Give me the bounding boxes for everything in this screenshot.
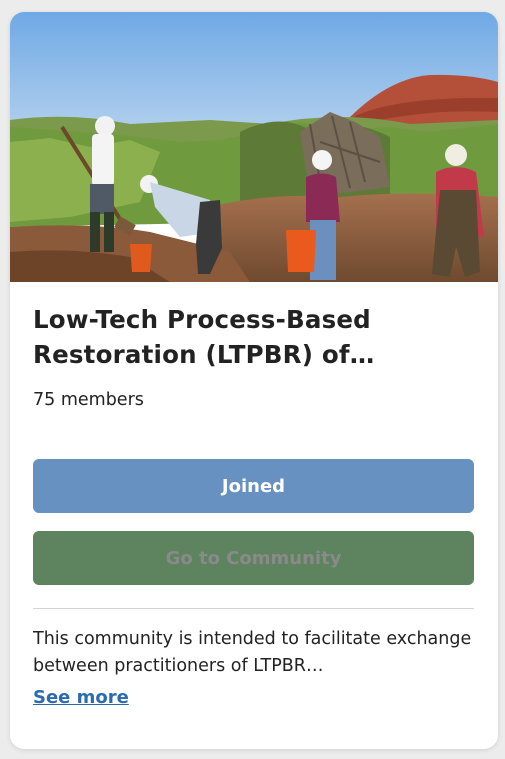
member-count: 75 members [33,390,144,410]
community-card[interactable]: Low-Tech Process-Based Restoration (LTPB… [10,12,498,749]
see-more-link[interactable]: See more [33,687,129,708]
joined-button[interactable]: Joined [33,459,474,513]
divider [33,608,474,609]
go-to-community-button[interactable]: Go to Community [33,531,474,585]
community-title[interactable]: Low-Tech Process-Based Restoration (LTPB… [33,302,474,372]
card-body: Low-Tech Process-Based Restoration (LTPB… [33,302,474,708]
community-cover-image [10,12,498,282]
community-description: This community is intended to facilitate… [33,629,472,676]
